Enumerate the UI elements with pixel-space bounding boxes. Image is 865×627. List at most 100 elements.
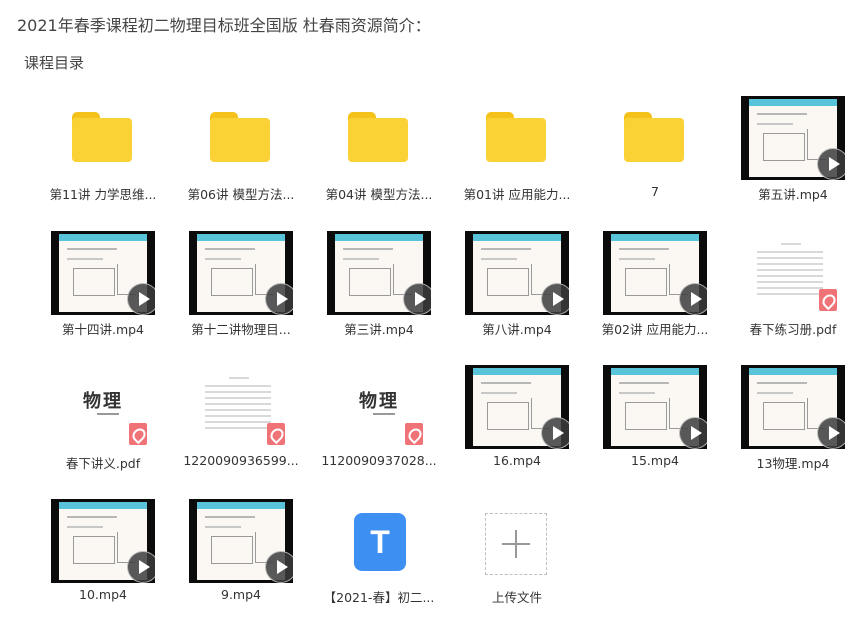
file-item[interactable]: 第06讲 模型方法...: [154, 96, 294, 224]
file-name[interactable]: 7: [585, 184, 725, 199]
file-item[interactable]: 7: [568, 96, 706, 224]
play-icon[interactable]: [817, 148, 845, 180]
file-item[interactable]: 15.mp4: [568, 365, 707, 493]
file-thumbnail: [189, 231, 293, 315]
file-item[interactable]: 物理 1120090937028...: [292, 365, 437, 493]
file-name[interactable]: 1220090936599...: [171, 453, 311, 468]
file-name[interactable]: 上传文件: [447, 587, 587, 606]
file-name[interactable]: 第十二讲物理目...: [171, 319, 311, 338]
play-icon[interactable]: [679, 417, 707, 449]
file-item[interactable]: 上传文件: [430, 499, 568, 627]
file-name[interactable]: 春下练习册.pdf: [723, 319, 863, 338]
folder-icon: [348, 112, 408, 162]
file-item[interactable]: 13物理.mp4: [706, 365, 845, 493]
file-thumbnail: [189, 365, 293, 449]
pdf-cover-title: 物理: [83, 391, 123, 412]
file-thumbnail: [465, 231, 569, 315]
file-item[interactable]: 第十四讲.mp4: [16, 231, 155, 359]
file-thumbnail: [741, 365, 845, 449]
play-icon[interactable]: [127, 283, 155, 315]
pdf-cover-title: 物理: [359, 391, 399, 412]
file-name[interactable]: 第01讲 应用能力...: [447, 184, 587, 203]
video-thumbnail: [465, 365, 569, 449]
file-item[interactable]: T 【2021-春】初二...: [292, 499, 434, 627]
file-thumbnail: [189, 499, 293, 583]
file-thumbnail: [465, 96, 569, 180]
file-name[interactable]: 第02讲 应用能力...: [585, 319, 725, 338]
file-item[interactable]: 第04讲 模型方法...: [292, 96, 432, 224]
pdf-icon: [405, 423, 423, 445]
video-thumbnail: [51, 499, 155, 583]
video-thumbnail: [189, 231, 293, 315]
file-name[interactable]: 第11讲 力学思维...: [33, 184, 173, 203]
file-name[interactable]: 13物理.mp4: [723, 453, 863, 472]
file-name[interactable]: 第三讲.mp4: [309, 319, 449, 338]
video-thumbnail: [741, 365, 845, 449]
folder-icon: [210, 112, 270, 162]
file-thumbnail: [603, 231, 707, 315]
file-item[interactable]: 1220090936599...: [154, 365, 299, 493]
file-name[interactable]: 第06讲 模型方法...: [171, 184, 311, 203]
file-item[interactable]: 第十二讲物理目...: [154, 231, 293, 359]
play-icon[interactable]: [265, 551, 293, 583]
file-name[interactable]: 第八讲.mp4: [447, 319, 587, 338]
file-thumbnail: [603, 365, 707, 449]
file-name[interactable]: 第十四讲.mp4: [33, 319, 173, 338]
play-icon[interactable]: [679, 283, 707, 315]
file-name[interactable]: 15.mp4: [585, 453, 725, 468]
file-item[interactable]: 第11讲 力学思维...: [16, 96, 156, 224]
file-item[interactable]: 10.mp4: [16, 499, 155, 627]
folder-icon: [486, 112, 546, 162]
file-name[interactable]: 春下讲义.pdf: [33, 453, 173, 472]
file-name[interactable]: 1120090937028...: [309, 453, 449, 468]
file-thumbnail: [465, 365, 569, 449]
file-item[interactable]: 16.mp4: [430, 365, 569, 493]
file-thumbnail: [741, 231, 845, 315]
file-item[interactable]: 第三讲.mp4: [292, 231, 431, 359]
file-name[interactable]: 9.mp4: [171, 587, 311, 602]
file-name[interactable]: 第04讲 模型方法...: [309, 184, 449, 203]
play-icon[interactable]: [403, 283, 431, 315]
video-thumbnail: [51, 231, 155, 315]
file-item[interactable]: 9.mp4: [154, 499, 293, 627]
video-thumbnail: [189, 499, 293, 583]
file-thumbnail: [327, 96, 431, 180]
file-thumbnail: T: [327, 499, 431, 583]
video-thumbnail: [741, 96, 845, 180]
pdf-icon: [819, 289, 837, 311]
file-thumbnail: [465, 499, 569, 583]
upload-button[interactable]: [485, 513, 547, 575]
file-name[interactable]: 10.mp4: [33, 587, 173, 602]
file-item[interactable]: 第01讲 应用能力...: [430, 96, 570, 224]
file-thumbnail: [189, 96, 293, 180]
pdf-thumbnail: 物理: [327, 365, 431, 449]
file-item[interactable]: 第02讲 应用能力...: [568, 231, 708, 359]
video-thumbnail: [465, 231, 569, 315]
file-thumbnail: [51, 96, 155, 180]
file-item[interactable]: 物理 春下讲义.pdf: [16, 365, 155, 493]
file-name[interactable]: 【2021-春】初二...: [309, 587, 449, 606]
folder-icon: [624, 112, 684, 162]
pdf-thumbnail: [189, 365, 293, 449]
file-item[interactable]: 第五讲.mp4: [706, 96, 845, 224]
file-grid: 第11讲 力学思维... 第06讲 模型方法... 第04讲 模型方法... 第01讲…: [0, 0, 865, 619]
play-icon[interactable]: [265, 283, 293, 315]
pdf-icon: [267, 423, 285, 445]
file-name[interactable]: 16.mp4: [447, 453, 587, 468]
file-thumbnail: [327, 231, 431, 315]
file-item[interactable]: 春下练习册.pdf: [706, 231, 845, 359]
file-item[interactable]: 第八讲.mp4: [430, 231, 569, 359]
file-thumbnail: [603, 96, 707, 180]
file-thumbnail: 物理: [327, 365, 431, 449]
file-thumbnail: [741, 96, 845, 180]
play-icon[interactable]: [127, 551, 155, 583]
text-document-icon: T: [354, 513, 406, 571]
video-thumbnail: [603, 365, 707, 449]
file-thumbnail: 物理: [51, 365, 155, 449]
file-name[interactable]: 第五讲.mp4: [723, 184, 863, 203]
play-icon[interactable]: [541, 417, 569, 449]
video-thumbnail: [327, 231, 431, 315]
play-icon[interactable]: [817, 417, 845, 449]
play-icon[interactable]: [541, 283, 569, 315]
file-thumbnail: [51, 499, 155, 583]
